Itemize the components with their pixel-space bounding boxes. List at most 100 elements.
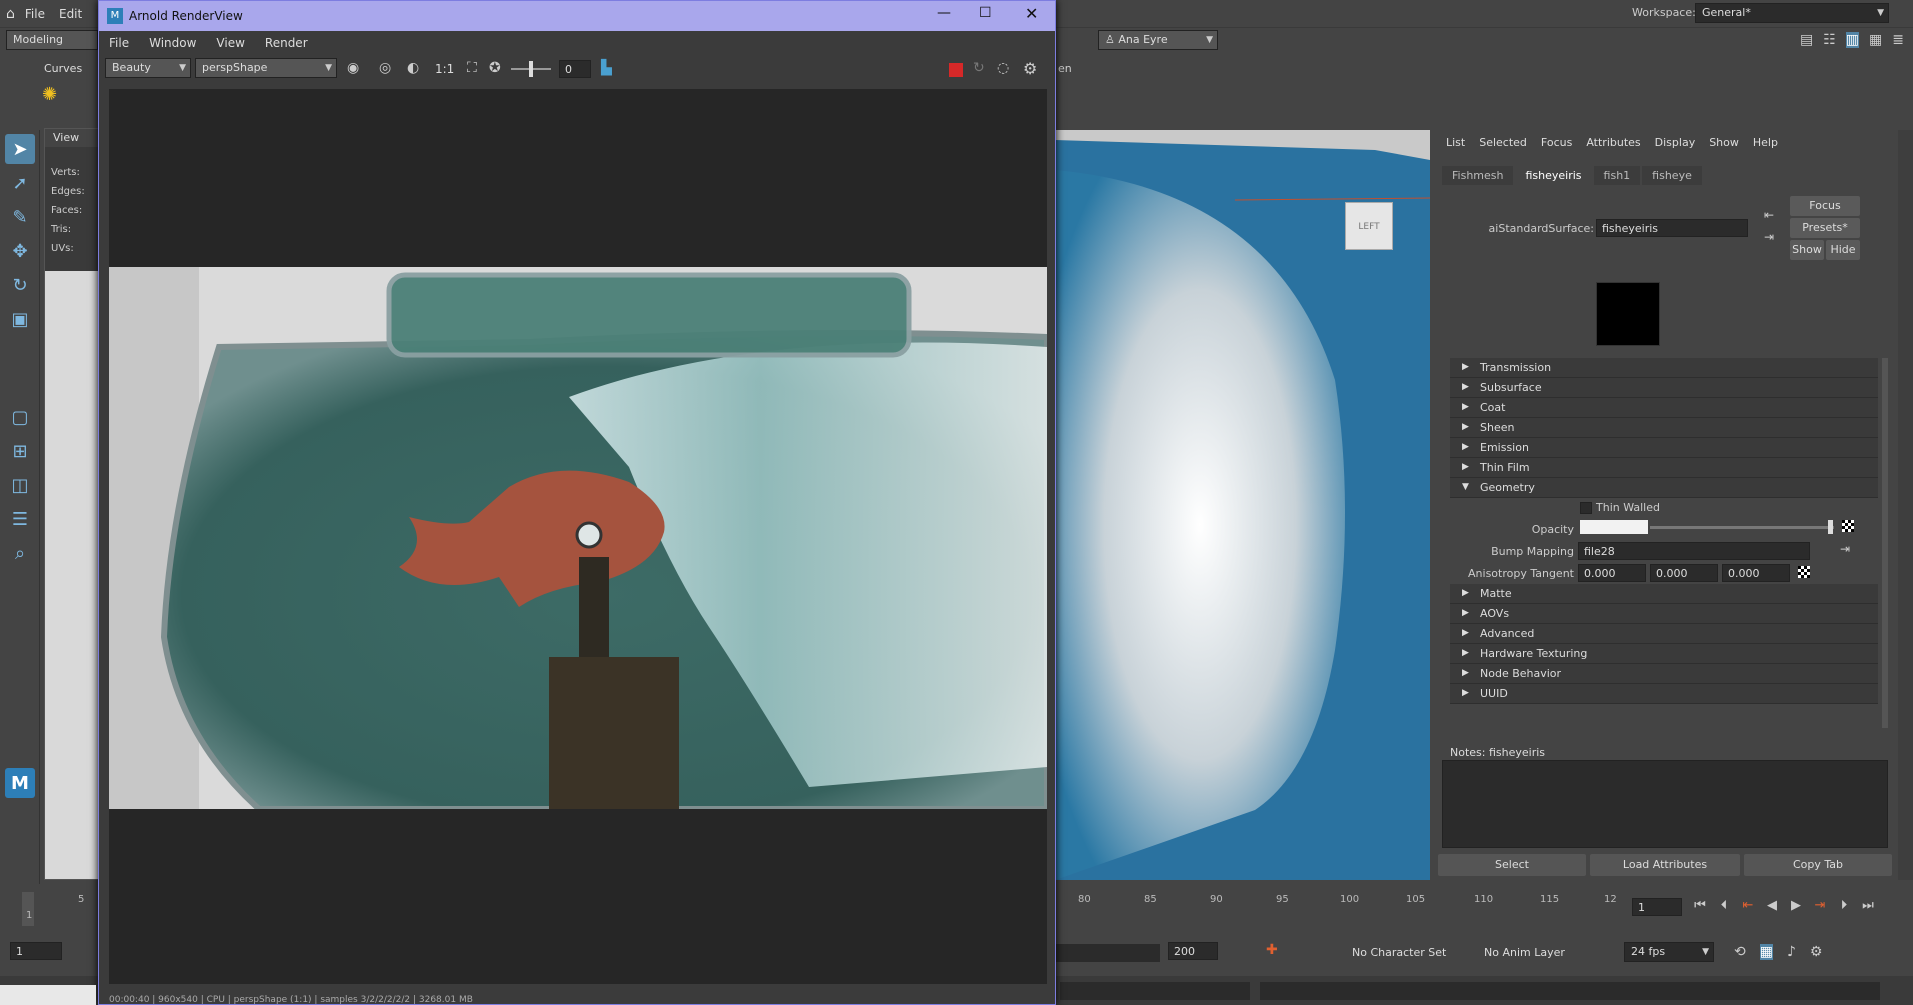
anim-layer-label[interactable]: No Anim Layer [1484,946,1565,959]
opacity-slider-handle[interactable] [1828,520,1833,534]
opacity-color-swatch[interactable] [1580,520,1648,534]
contrast-icon[interactable]: ◐ [407,60,419,76]
tab-fisheyeiris[interactable]: fisheyeiris [1515,166,1592,185]
cache-icon[interactable]: ▦ [1759,944,1773,960]
exposure-icon[interactable]: ◉ [347,60,359,76]
rv-menu-render[interactable]: Render [265,36,308,50]
play-back-icon[interactable]: ◀ [1760,898,1784,913]
region-icon[interactable]: ⛶ [467,60,477,76]
section-emission[interactable]: ▶ Emission [1450,438,1878,458]
auto-key-icon[interactable]: ✚ [1266,942,1278,958]
current-frame-field[interactable]: 1 [1632,898,1682,916]
ipr-icon[interactable]: ◌ [997,60,1009,76]
minimize-icon[interactable]: — [937,5,951,21]
tool-settings-icon[interactable]: ▦ [1869,32,1882,48]
step-forward-icon[interactable]: ⏵ [1832,898,1856,913]
next-key-icon[interactable]: ⇥ [1808,898,1832,913]
render-canvas[interactable] [109,89,1047,984]
layout-quad-icon[interactable]: ⊞ [5,436,35,466]
rotate-tool-icon[interactable]: ↻ [5,270,35,300]
fps-dropdown[interactable]: 24 fps ▼ [1624,942,1714,962]
section-coat[interactable]: ▶ Coat [1450,398,1878,418]
ae-menu-show[interactable]: Show [1709,136,1739,149]
menu-file[interactable]: File [25,7,45,21]
section-node-behavior[interactable]: ▶ Node Behavior [1450,664,1878,684]
connection-output-icon[interactable]: ⇥ [1840,542,1850,556]
section-hardware-texturing[interactable]: ▶ Hardware Texturing [1450,644,1878,664]
ipr-refresh-icon[interactable]: ↻ [973,60,985,76]
character-set-label[interactable]: No Character Set [1352,946,1446,959]
shader-name-field[interactable]: fisheyeiris [1596,219,1748,237]
workspace-dropdown[interactable]: General* ▼ [1695,3,1889,23]
home-icon[interactable]: ⌂ [6,6,15,22]
renderview-titlebar[interactable]: M Arnold RenderView — ☐ ✕ [99,1,1055,31]
copy-tab-button[interactable]: Copy Tab [1744,854,1892,876]
section-aovs[interactable]: ▶ AOVs [1450,604,1878,624]
stop-render-button[interactable] [949,63,963,77]
tab-fish1[interactable]: fish1 [1593,166,1641,185]
section-transmission[interactable]: ▶ Transmission [1450,358,1878,378]
settings-gear-icon[interactable]: ⚙ [1023,59,1037,78]
ae-menu-focus[interactable]: Focus [1541,136,1572,149]
select-tool-icon[interactable]: ➤ [5,134,35,164]
anisotropy-z-field[interactable]: 0.000 [1722,564,1790,582]
user-dropdown[interactable]: ♙ Ana Eyre ▼ [1098,30,1218,50]
layout-two-icon[interactable]: ◫ [5,470,35,500]
thin-walled-checkbox[interactable] [1580,502,1592,514]
attribute-editor-icon[interactable]: ▥ [1845,32,1860,48]
sound-icon[interactable]: ♪ [1787,944,1796,960]
log-icon[interactable]: ▙ [601,60,612,76]
aov-dropdown[interactable]: Beauty ▼ [105,58,191,78]
load-attributes-button[interactable]: Load Attributes [1590,854,1740,876]
ae-menu-list[interactable]: List [1446,136,1465,149]
refresh-icon[interactable]: ✪ [489,60,501,76]
presets-button[interactable]: Presets* [1790,218,1860,238]
search-icon[interactable]: ⌕ [5,538,35,568]
shelf-tab-curves[interactable]: Curves [44,62,82,75]
section-sheen[interactable]: ▶ Sheen [1450,418,1878,438]
prev-key-icon[interactable]: ⇤ [1736,898,1760,913]
hide-button[interactable]: Hide [1826,240,1860,260]
viewcube[interactable]: LEFT [1345,202,1393,250]
paint-select-icon[interactable]: ✎ [5,202,35,232]
settings-icon[interactable]: ⚙ [1810,944,1823,960]
camera-dropdown[interactable]: perspShape ▼ [195,58,337,78]
outliner-layout-icon[interactable]: ☰ [5,504,35,534]
rgb-channel-icon[interactable]: ◎ [379,60,391,76]
tab-fishmesh[interactable]: Fishmesh [1442,166,1514,185]
loop-icon[interactable]: ⟲ [1734,944,1746,960]
range-start-field[interactable]: 1 [10,942,62,960]
play-forward-icon[interactable]: ▶ [1784,898,1808,913]
ae-menu-help[interactable]: Help [1753,136,1778,149]
section-subsurface[interactable]: ▶ Subsurface [1450,378,1878,398]
ratio-label[interactable]: 1:1 [435,62,454,76]
step-back-icon[interactable]: ⏴ [1712,898,1736,913]
mode-dropdown[interactable]: Modeling [6,30,98,50]
section-geometry[interactable]: ▼ Geometry [1450,478,1878,498]
anisotropy-x-field[interactable]: 0.000 [1578,564,1646,582]
select-input-icon[interactable]: ⇤ [1764,208,1774,222]
exposure-field[interactable]: 0 [559,60,591,78]
left-viewport[interactable]: View Verts: Edges: Faces: Tris: UVs: [44,128,104,880]
viewport-menu-view[interactable]: View [45,129,103,147]
rv-menu-window[interactable]: Window [149,36,196,50]
focus-button[interactable]: Focus [1790,196,1860,216]
section-uuid[interactable]: ▶ UUID [1450,684,1878,704]
move-tool-icon[interactable]: ✥ [5,236,35,266]
opacity-slider[interactable] [1650,526,1834,529]
range-end-field[interactable]: 200 [1168,942,1218,960]
channel-box-icon[interactable]: ≣ [1892,32,1904,48]
maximize-icon[interactable]: ☐ [979,5,992,21]
ae-menu-display[interactable]: Display [1655,136,1696,149]
notes-textarea[interactable] [1442,760,1888,848]
section-advanced[interactable]: ▶ Advanced [1450,624,1878,644]
rv-menu-file[interactable]: File [109,36,129,50]
section-matte[interactable]: ▶ Matte [1450,584,1878,604]
select-button[interactable]: Select [1438,854,1586,876]
close-icon[interactable]: ✕ [1025,4,1038,23]
outliner-icon[interactable]: ☷ [1823,32,1836,48]
go-to-end-icon[interactable]: ⏭ [1856,898,1880,913]
command-input[interactable] [1060,982,1250,1000]
exposure-slider-handle[interactable] [529,61,533,77]
scale-tool-icon[interactable]: ▣ [5,304,35,334]
